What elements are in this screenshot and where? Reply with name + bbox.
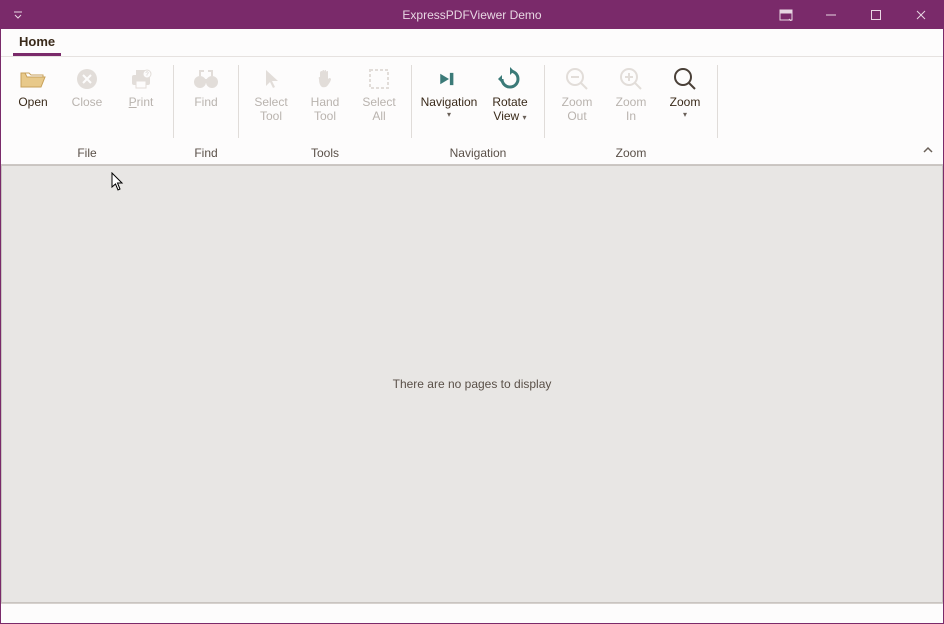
find-button[interactable]: Find — [180, 61, 232, 144]
select-all-label: SelectAll — [362, 95, 395, 123]
close-button[interactable] — [898, 1, 943, 29]
group-zoom-label: Zoom — [616, 144, 647, 164]
open-label: Open — [18, 95, 47, 109]
rotate-view-button[interactable]: RotateView ▾ — [482, 61, 538, 144]
hand-icon — [311, 65, 339, 93]
title-bar: ExpressPDFViewer Demo — [1, 1, 943, 29]
hand-tool-button[interactable]: HandTool — [299, 61, 351, 144]
binoculars-icon — [192, 65, 220, 93]
folder-open-icon — [19, 65, 47, 93]
maximize-button[interactable] — [853, 1, 898, 29]
close-file-button[interactable]: Close — [61, 61, 113, 144]
zoom-out-icon — [563, 65, 591, 93]
ribbon-display-button[interactable] — [763, 1, 808, 29]
group-navigation: Navigation ▾ RotateView ▾ Navigation — [412, 57, 544, 164]
cursor-icon — [257, 65, 285, 93]
group-tools-label: Tools — [311, 144, 339, 164]
chevron-down-icon: ▾ — [447, 110, 451, 119]
print-label: PPrintrint — [129, 95, 154, 109]
group-find-label: Find — [194, 144, 217, 164]
zoom-in-icon — [617, 65, 645, 93]
tab-home[interactable]: Home — [13, 30, 61, 56]
rotate-view-label: RotateView ▾ — [492, 95, 527, 125]
select-tool-label: SelectTool — [254, 95, 287, 123]
navigation-label: Navigation — [421, 95, 478, 109]
group-find: Find Find — [174, 57, 238, 164]
magnifier-icon — [671, 65, 699, 93]
zoom-label: Zoom — [670, 95, 701, 109]
rotate-icon — [496, 65, 524, 93]
group-tools: SelectTool HandTool SelectAll Tools — [239, 57, 411, 164]
group-navigation-label: Navigation — [450, 144, 507, 164]
select-all-button[interactable]: SelectAll — [353, 61, 405, 144]
group-file: Open Close ? PPrintrint File — [1, 57, 173, 164]
minimize-button[interactable] — [808, 1, 853, 29]
select-tool-button[interactable]: SelectTool — [245, 61, 297, 144]
navigation-button[interactable]: Navigation ▾ — [418, 61, 480, 144]
group-file-label: File — [77, 144, 96, 164]
empty-message: There are no pages to display — [393, 377, 552, 391]
zoom-in-label: ZoomIn — [616, 95, 647, 123]
document-area: There are no pages to display — [1, 165, 943, 603]
close-circle-icon — [73, 65, 101, 93]
print-button[interactable]: ? PPrintrint — [115, 61, 167, 144]
quick-access-toolbar — [1, 8, 35, 22]
close-file-label: Close — [72, 95, 103, 109]
zoom-button[interactable]: Zoom ▾ — [659, 61, 711, 144]
hand-tool-label: HandTool — [311, 95, 340, 123]
ribbon-collapse-button[interactable] — [921, 143, 935, 160]
zoom-out-button[interactable]: ZoomOut — [551, 61, 603, 144]
open-button[interactable]: Open — [7, 61, 59, 144]
zoom-in-button[interactable]: ZoomIn — [605, 61, 657, 144]
ribbon: Open Close ? PPrintrint File — [1, 57, 943, 165]
group-zoom: ZoomOut ZoomIn Zoom ▾ Zoom — [545, 57, 717, 164]
status-bar — [1, 603, 943, 623]
select-all-icon — [365, 65, 393, 93]
mouse-cursor-icon — [110, 172, 126, 197]
navigation-icon — [435, 65, 463, 93]
find-label: Find — [194, 95, 217, 109]
qat-dropdown-icon[interactable] — [11, 8, 25, 22]
app-window: ExpressPDFViewer Demo Home — [0, 0, 944, 624]
ribbon-tabstrip: Home — [1, 29, 943, 57]
chevron-down-icon: ▾ — [683, 110, 687, 119]
zoom-out-label: ZoomOut — [562, 95, 593, 123]
window-controls — [763, 1, 943, 29]
separator — [717, 65, 718, 138]
printer-icon: ? — [127, 65, 155, 93]
